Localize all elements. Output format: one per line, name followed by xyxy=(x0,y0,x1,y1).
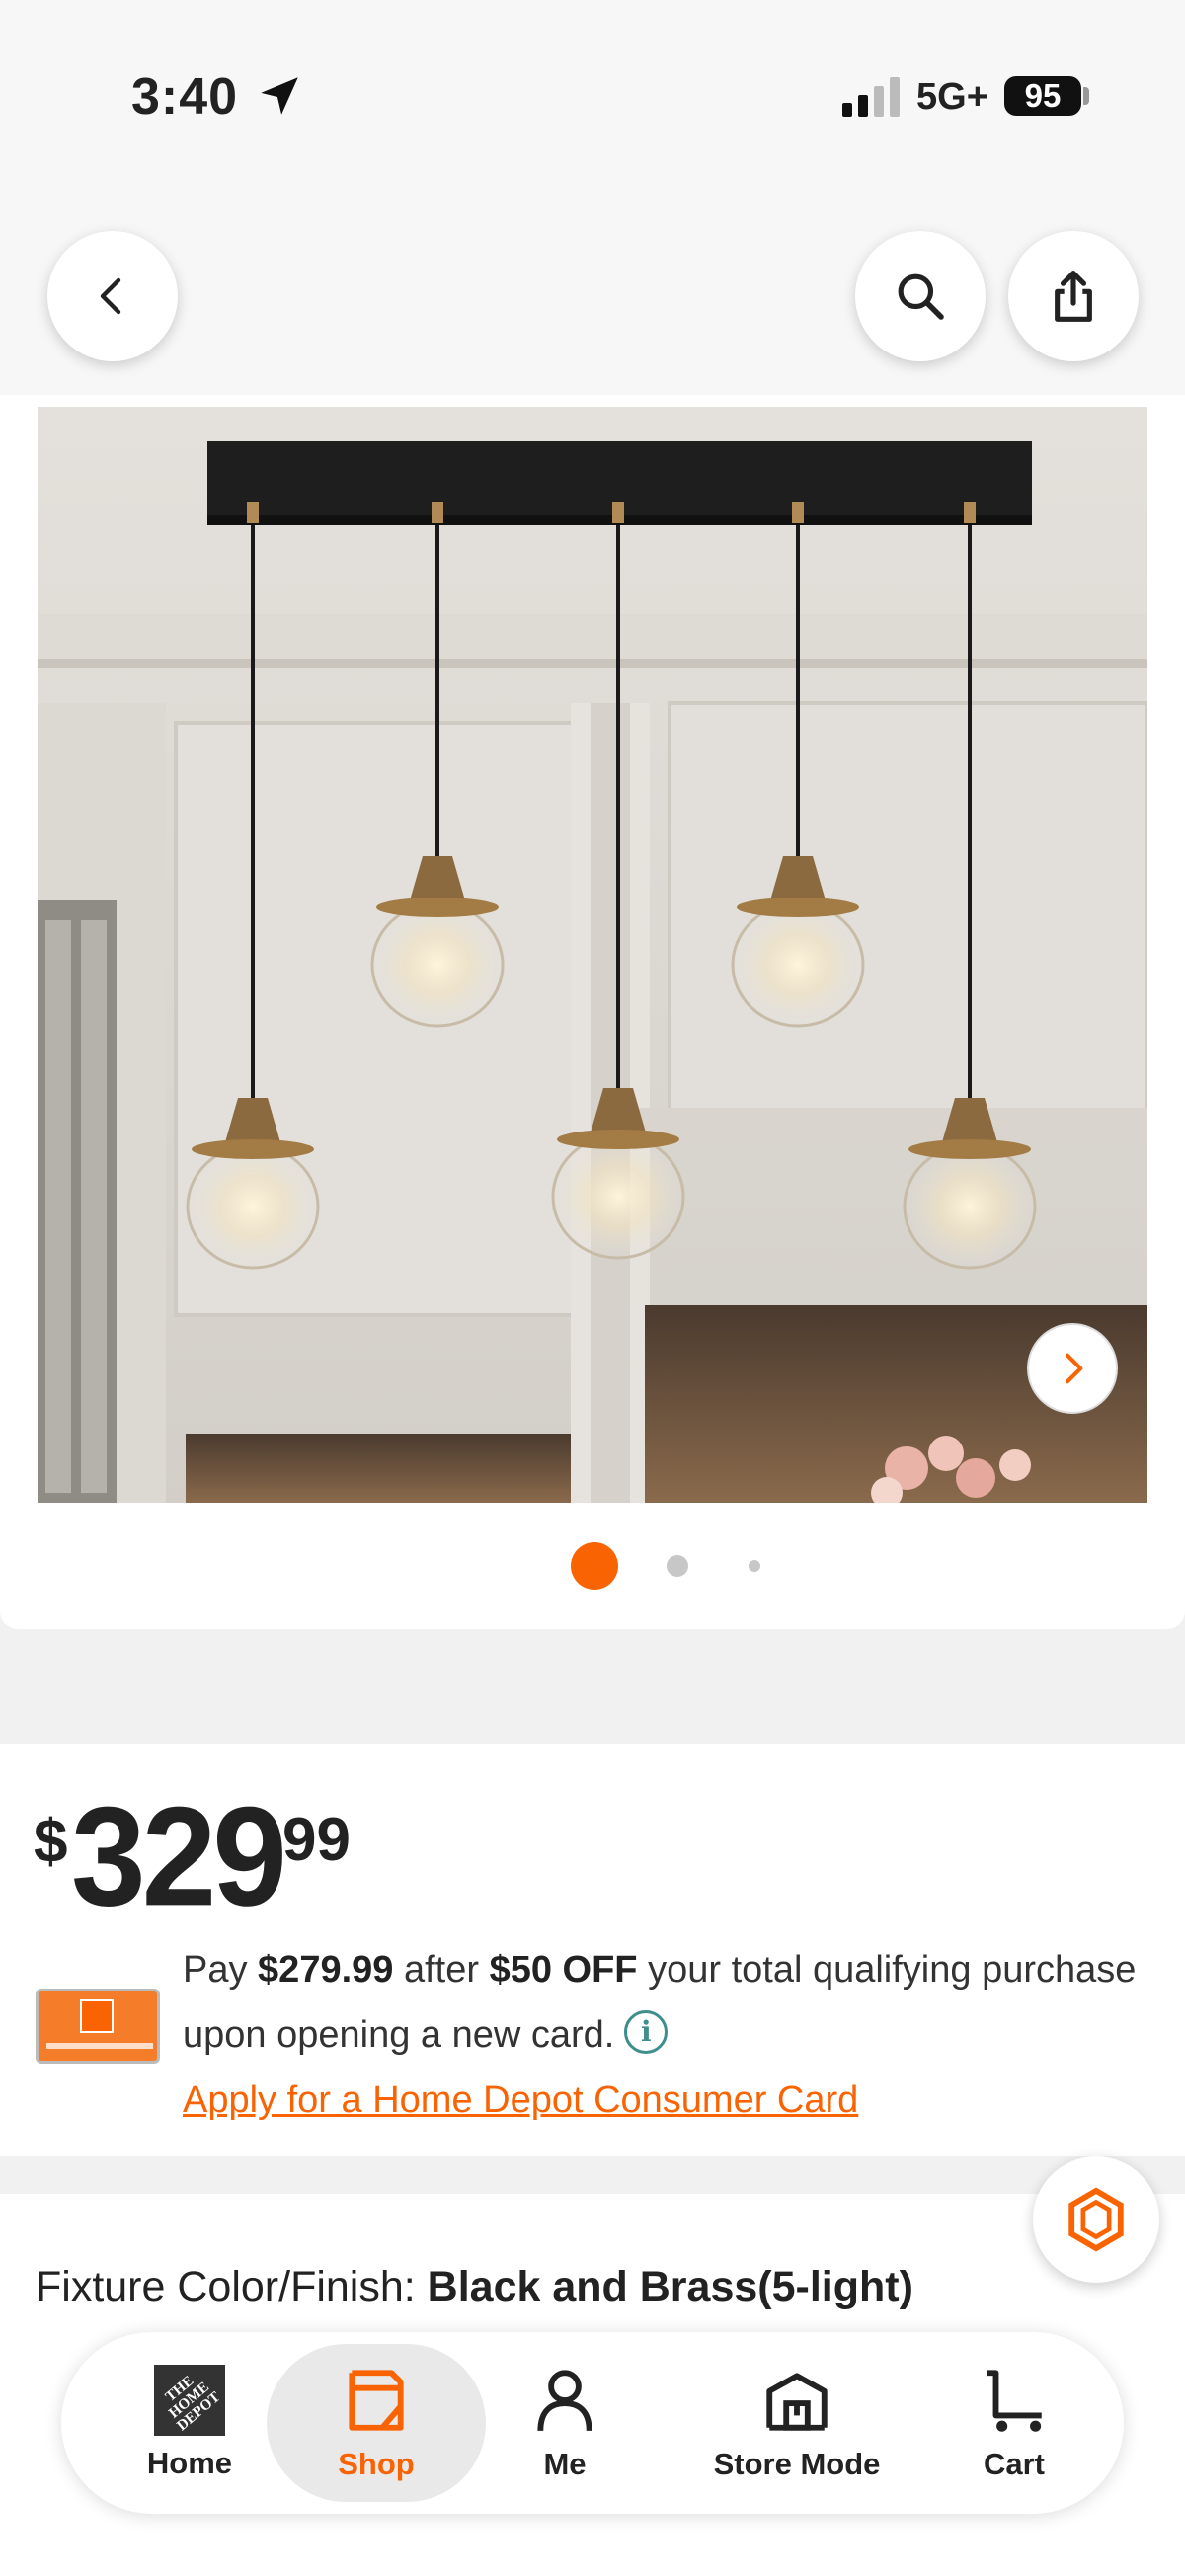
share-button[interactable] xyxy=(1008,231,1139,361)
credit-card-icon xyxy=(36,1989,160,2064)
promo-text-after: after xyxy=(393,1949,490,1991)
promo-sale-price: $279.99 xyxy=(258,1949,394,1991)
bottom-tab-bar: THE HOME DEPOT Home Shop Me Store Mode C… xyxy=(61,2332,1124,2514)
battery-icon: 95 xyxy=(1004,76,1081,116)
shop-tag-icon xyxy=(349,2370,404,2431)
promo-discount: $50 OFF xyxy=(489,1949,638,1991)
signal-bars-icon xyxy=(842,77,900,117)
product-image[interactable] xyxy=(38,407,1147,1503)
fixture-color-finish: Fixture Color/Finish: Black and Brass(5-… xyxy=(36,2263,913,2311)
tab-store-mode[interactable]: Store Mode xyxy=(683,2332,910,2514)
price-cents: 99 xyxy=(282,1806,351,1874)
next-image-button[interactable] xyxy=(1027,1323,1118,1414)
tab-shop[interactable]: Shop xyxy=(267,2344,486,2502)
pagination-dot[interactable] xyxy=(749,1560,760,1572)
network-type: 5G+ xyxy=(916,76,988,117)
promo-text-pay: Pay xyxy=(183,1949,259,1991)
tab-cart-label: Cart xyxy=(983,2447,1045,2481)
price-whole: 329 xyxy=(71,1777,287,1935)
pendant-light-illustration xyxy=(38,407,1147,1503)
search-button[interactable] xyxy=(855,231,986,361)
fixture-label: Fixture Color/Finish: xyxy=(36,2263,428,2310)
status-bar: 3:40 5G+ 95 xyxy=(0,0,1185,197)
share-icon xyxy=(1055,271,1092,322)
cart-icon xyxy=(987,2370,1042,2432)
tab-shop-label: Shop xyxy=(338,2447,415,2481)
tab-home-label: Home xyxy=(146,2446,233,2480)
fixture-value: Black and Brass(5-light) xyxy=(427,2263,913,2310)
price-section: $ 329 99 Pay $279.99 after $50 OFF your … xyxy=(0,1744,1185,2156)
top-nav xyxy=(0,197,1185,405)
tab-me[interactable]: Me xyxy=(515,2332,614,2514)
card-number-stripe xyxy=(46,2043,153,2049)
pagination-dot[interactable] xyxy=(667,1555,688,1577)
tab-me-label: Me xyxy=(543,2447,587,2481)
hexagon-assistant-icon xyxy=(1068,2187,1124,2252)
status-time: 3:40 xyxy=(131,68,239,125)
home-depot-logo-icon: THE HOME DEPOT xyxy=(154,2365,225,2436)
tab-cart[interactable]: Cart xyxy=(950,2332,1078,2514)
price-currency: $ xyxy=(34,1808,68,1876)
image-gallery xyxy=(0,395,1185,1629)
search-icon xyxy=(898,273,944,320)
chevron-left-icon xyxy=(100,277,121,315)
card-promo: Pay $279.99 after $50 OFF your total qua… xyxy=(183,1937,1150,2133)
location-arrow-icon xyxy=(261,77,298,115)
pagination-dot-active[interactable] xyxy=(571,1542,618,1590)
store-icon xyxy=(766,2373,828,2431)
tab-home[interactable]: THE HOME DEPOT Home xyxy=(120,2332,259,2514)
assistant-button[interactable] xyxy=(1033,2156,1159,2283)
chevron-right-icon xyxy=(1066,1353,1083,1384)
back-button[interactable] xyxy=(47,231,178,361)
tab-store-mode-label: Store Mode xyxy=(713,2447,881,2481)
battery-nub xyxy=(1083,87,1089,105)
gallery-pagination xyxy=(0,1542,1185,1592)
person-icon xyxy=(537,2370,592,2431)
info-icon[interactable]: i xyxy=(624,2010,669,2054)
apply-card-link[interactable]: Apply for a Home Depot Consumer Card xyxy=(183,2068,1150,2133)
card-logo xyxy=(80,1999,114,2033)
